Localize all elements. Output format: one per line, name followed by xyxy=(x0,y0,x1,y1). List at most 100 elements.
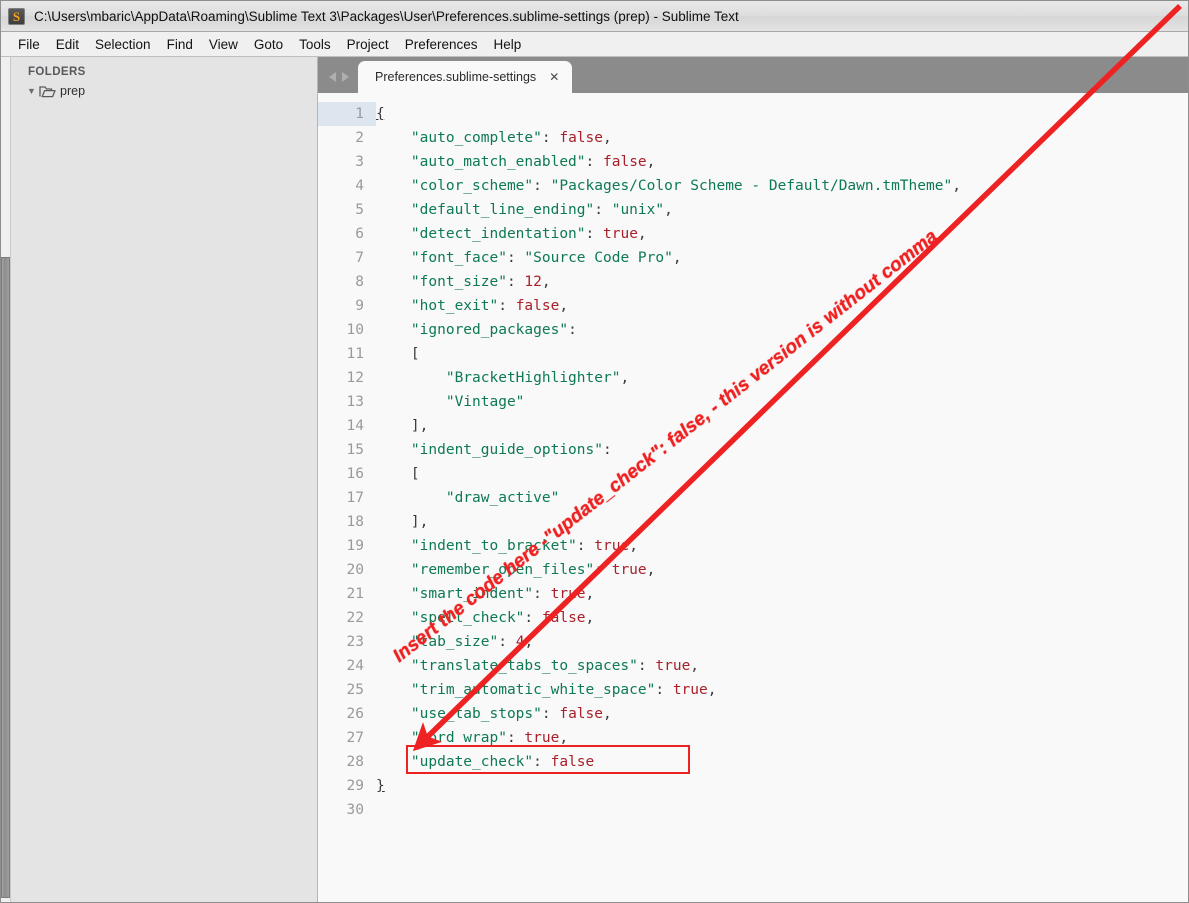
code-line[interactable]: "auto_match_enabled": false, xyxy=(376,150,1188,174)
tab-strip: Preferences.sublime-settings ✕ xyxy=(358,61,573,93)
code-line[interactable]: "use_tab_stops": false, xyxy=(376,702,1188,726)
code-token-str: "Packages/Color Scheme - Default/Dawn.tm… xyxy=(550,178,953,194)
code-token-val: true xyxy=(672,682,708,698)
code-token-val: false xyxy=(559,130,603,146)
code-token-punct: , xyxy=(603,130,612,146)
code-line[interactable]: "default_line_ending": "unix", xyxy=(376,198,1188,222)
line-number: 21 xyxy=(346,586,364,602)
menu-item-find[interactable]: Find xyxy=(159,35,201,54)
code-token-key: "font_size" xyxy=(410,274,507,290)
editor-pane: Preferences.sublime-settings ✕ 1234567891… xyxy=(318,57,1188,902)
sidebar: FOLDERS ▼ prep xyxy=(11,57,318,902)
code-line[interactable]: "tab_size": 4, xyxy=(376,630,1188,654)
menu-item-view[interactable]: View xyxy=(201,35,246,54)
menu-item-edit[interactable]: Edit xyxy=(48,35,87,54)
line-number: 1 xyxy=(318,102,376,126)
folder-list: ▼ prep xyxy=(11,82,317,100)
code-line[interactable]: "spell_check": false, xyxy=(376,606,1188,630)
code-token-key: "use_tab_stops" xyxy=(410,706,542,722)
code-token-punct: , xyxy=(690,658,700,674)
code-token-punct: : xyxy=(602,442,612,458)
arrow-left-icon[interactable] xyxy=(329,72,336,82)
code-token-punct: : xyxy=(585,226,603,242)
line-number-gutter: 1 2 3 4 5 6 7 8 9 10 11 12 13 14 15 16 17 18 19 20 21 22 23 24 2… xyxy=(318,93,376,902)
code-token-punct: : xyxy=(533,178,551,194)
code-token-punct: , xyxy=(603,706,612,722)
code-line[interactable]: "indent_to_bracket": true, xyxy=(376,534,1188,558)
sublime-text-app-icon: S xyxy=(8,7,25,25)
code-token-punct: [ xyxy=(410,346,420,362)
line-number: 29 xyxy=(346,778,364,794)
left-scrollbar-thumb[interactable] xyxy=(1,257,10,898)
line-number: 17 xyxy=(346,490,364,506)
menu-item-tools[interactable]: Tools xyxy=(291,35,339,54)
tab-close-icon[interactable]: ✕ xyxy=(549,71,559,83)
code-token-punct: : xyxy=(498,634,516,650)
code-line[interactable]: "detect_indentation": true, xyxy=(376,222,1188,246)
code-token-key: "smart_indent" xyxy=(410,586,534,602)
sidebar-folder-label: prep xyxy=(60,84,86,98)
code-line[interactable]: [ xyxy=(376,462,1188,486)
tab-label: Preferences.sublime-settings xyxy=(375,70,537,84)
left-scrollbar[interactable] xyxy=(1,57,11,902)
code-token-punct: : xyxy=(533,754,551,770)
code-line[interactable]: "BracketHighlighter", xyxy=(376,366,1188,390)
code-line[interactable]: "update_check": false xyxy=(376,750,1188,774)
line-number: 7 xyxy=(355,250,364,266)
code-line[interactable]: "remember_open_files": true, xyxy=(376,558,1188,582)
code-token-punct: : xyxy=(585,154,603,170)
code-line[interactable]: "indent_guide_options": xyxy=(376,438,1188,462)
code-line[interactable]: "draw_active" xyxy=(376,486,1188,510)
code-line[interactable] xyxy=(376,798,1188,822)
code-token-key: "font_face" xyxy=(410,250,507,266)
code-line[interactable]: "ignored_packages": xyxy=(376,318,1188,342)
code-token-key: "auto_complete" xyxy=(410,130,542,146)
code-line[interactable]: "font_size": 12, xyxy=(376,270,1188,294)
tab-nav-arrows xyxy=(318,72,358,93)
code-token-key: "hot_exit" xyxy=(410,298,499,314)
code-line[interactable]: "translate_tabs_to_spaces": true, xyxy=(376,654,1188,678)
code-token-punct: , xyxy=(620,370,630,386)
window-body: FOLDERS ▼ prep Preferences.sublime-settin… xyxy=(1,57,1188,902)
tab-preferences-sublime-settings[interactable]: Preferences.sublime-settings ✕ xyxy=(358,61,573,93)
code-line[interactable]: "auto_complete": false, xyxy=(376,126,1188,150)
title-bar: S C:\Users\mbaric\AppData\Roaming\Sublim… xyxy=(1,1,1188,32)
arrow-right-icon[interactable] xyxy=(342,72,349,82)
code-token-punct: [ xyxy=(410,466,420,482)
code-line[interactable]: "hot_exit": false, xyxy=(376,294,1188,318)
code-line[interactable]: "color_scheme": "Packages/Color Scheme -… xyxy=(376,174,1188,198)
code-editor[interactable]: 1 2 3 4 5 6 7 8 9 10 11 12 13 14 15 16 17 18 19 20 21 22 23 24 2… xyxy=(318,93,1188,902)
code-line[interactable]: { xyxy=(376,102,1188,126)
menu-item-file[interactable]: File xyxy=(10,35,48,54)
menu-item-selection[interactable]: Selection xyxy=(87,35,159,54)
code-line[interactable]: "trim_automatic_white_space": true, xyxy=(376,678,1188,702)
code-token-key: "translate_tabs_to_spaces" xyxy=(410,658,638,674)
line-number: 10 xyxy=(346,322,364,338)
code-line[interactable]: ], xyxy=(376,414,1188,438)
disclosure-triangle-icon[interactable]: ▼ xyxy=(27,86,39,96)
code-token-punct: , xyxy=(664,202,673,218)
code-line[interactable]: "Vintage" xyxy=(376,390,1188,414)
sidebar-folder-prep[interactable]: ▼ prep xyxy=(11,82,317,100)
code-line[interactable]: } xyxy=(376,774,1188,798)
code-token-punct: ], xyxy=(410,514,429,530)
code-line[interactable]: "smart_indent": true, xyxy=(376,582,1188,606)
code-token-punct: , xyxy=(559,298,569,314)
menu-item-preferences[interactable]: Preferences xyxy=(397,35,486,54)
code-line[interactable]: "font_face": "Source Code Pro", xyxy=(376,246,1188,270)
menu-item-help[interactable]: Help xyxy=(486,35,530,54)
code-token-punct: : xyxy=(498,298,516,314)
code-content[interactable]: { "auto_complete": false, "auto_match_en… xyxy=(376,93,1188,902)
line-number: 9 xyxy=(355,298,364,314)
menu-item-project[interactable]: Project xyxy=(339,35,397,54)
code-line[interactable]: [ xyxy=(376,342,1188,366)
code-token-punct: : xyxy=(506,730,525,746)
code-token-val: true xyxy=(594,538,630,554)
menu-bar[interactable]: File Edit Selection Find View Goto Tools Projec… xyxy=(1,32,1188,57)
line-number: 28 xyxy=(346,754,364,770)
menu-item-goto[interactable]: Goto xyxy=(246,35,291,54)
code-line[interactable]: "word_wrap": true, xyxy=(376,726,1188,750)
line-number: 8 xyxy=(355,274,364,290)
window-title: C:\Users\mbaric\AppData\Roaming\Sublime … xyxy=(34,8,739,24)
code-line[interactable]: ], xyxy=(376,510,1188,534)
